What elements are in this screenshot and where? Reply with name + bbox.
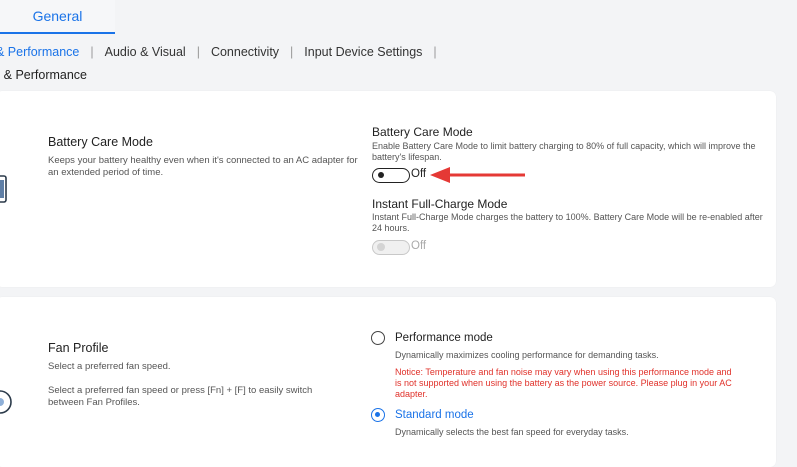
battery-care-setting-description: Enable Battery Care Mode to limit batter…	[372, 141, 756, 162]
subnav-separator: |	[433, 45, 437, 59]
section-title: r & Performance	[0, 68, 88, 82]
sub-navigation: & Performance | Audio & Visual | Connect…	[0, 44, 440, 60]
battery-care-card: Battery Care Mode Keeps your battery hea…	[0, 91, 776, 287]
instant-full-charge-toggle-state: Off	[411, 240, 427, 252]
subnav-performance[interactable]: & Performance	[0, 45, 87, 59]
standard-mode-radio[interactable]	[371, 408, 385, 422]
fan-profile-description-1: Select a preferred fan speed.	[48, 361, 171, 372]
battery-care-description: Keeps your battery healthy even when it'…	[48, 155, 358, 178]
battery-care-heading: Battery Care Mode	[48, 135, 153, 149]
arrow-annotation	[430, 167, 525, 183]
subnav-separator: |	[290, 45, 294, 59]
subnav-connectivity[interactable]: Connectivity	[203, 45, 287, 59]
tab-general-label: General	[32, 8, 83, 24]
fan-icon	[0, 390, 12, 414]
instant-full-charge-title: Instant Full-Charge Mode	[372, 197, 508, 211]
standard-mode-label[interactable]: Standard mode	[395, 409, 474, 421]
performance-mode-notice: Notice: Temperature and fan noise may va…	[395, 367, 732, 399]
subnav-input-device-settings[interactable]: Input Device Settings	[296, 45, 430, 59]
toggle-knob	[377, 243, 385, 251]
performance-mode-radio[interactable]	[371, 331, 385, 345]
instant-full-charge-toggle[interactable]	[372, 240, 410, 255]
battery-care-toggle[interactable]	[372, 168, 410, 183]
fan-profile-heading: Fan Profile	[48, 341, 109, 355]
toggle-knob	[378, 172, 384, 178]
subnav-separator: |	[196, 45, 200, 59]
performance-mode-label[interactable]: Performance mode	[395, 332, 493, 344]
standard-mode-description: Dynamically selects the best fan speed f…	[395, 427, 629, 437]
battery-care-toggle-state: Off	[411, 168, 427, 180]
battery-icon	[0, 175, 7, 203]
subnav-separator: |	[90, 45, 94, 59]
fan-profile-card: Fan Profile Select a preferred fan speed…	[0, 297, 776, 467]
battery-care-setting-title: Battery Care Mode	[372, 125, 473, 139]
tab-general[interactable]: General	[0, 0, 115, 34]
subnav-audio-visual[interactable]: Audio & Visual	[97, 45, 194, 59]
instant-full-charge-description: Instant Full-Charge Mode charges the bat…	[372, 212, 763, 233]
fan-profile-description-2: Select a preferred fan speed or press [F…	[48, 385, 313, 408]
performance-mode-description: Dynamically maximizes cooling performanc…	[395, 350, 659, 360]
